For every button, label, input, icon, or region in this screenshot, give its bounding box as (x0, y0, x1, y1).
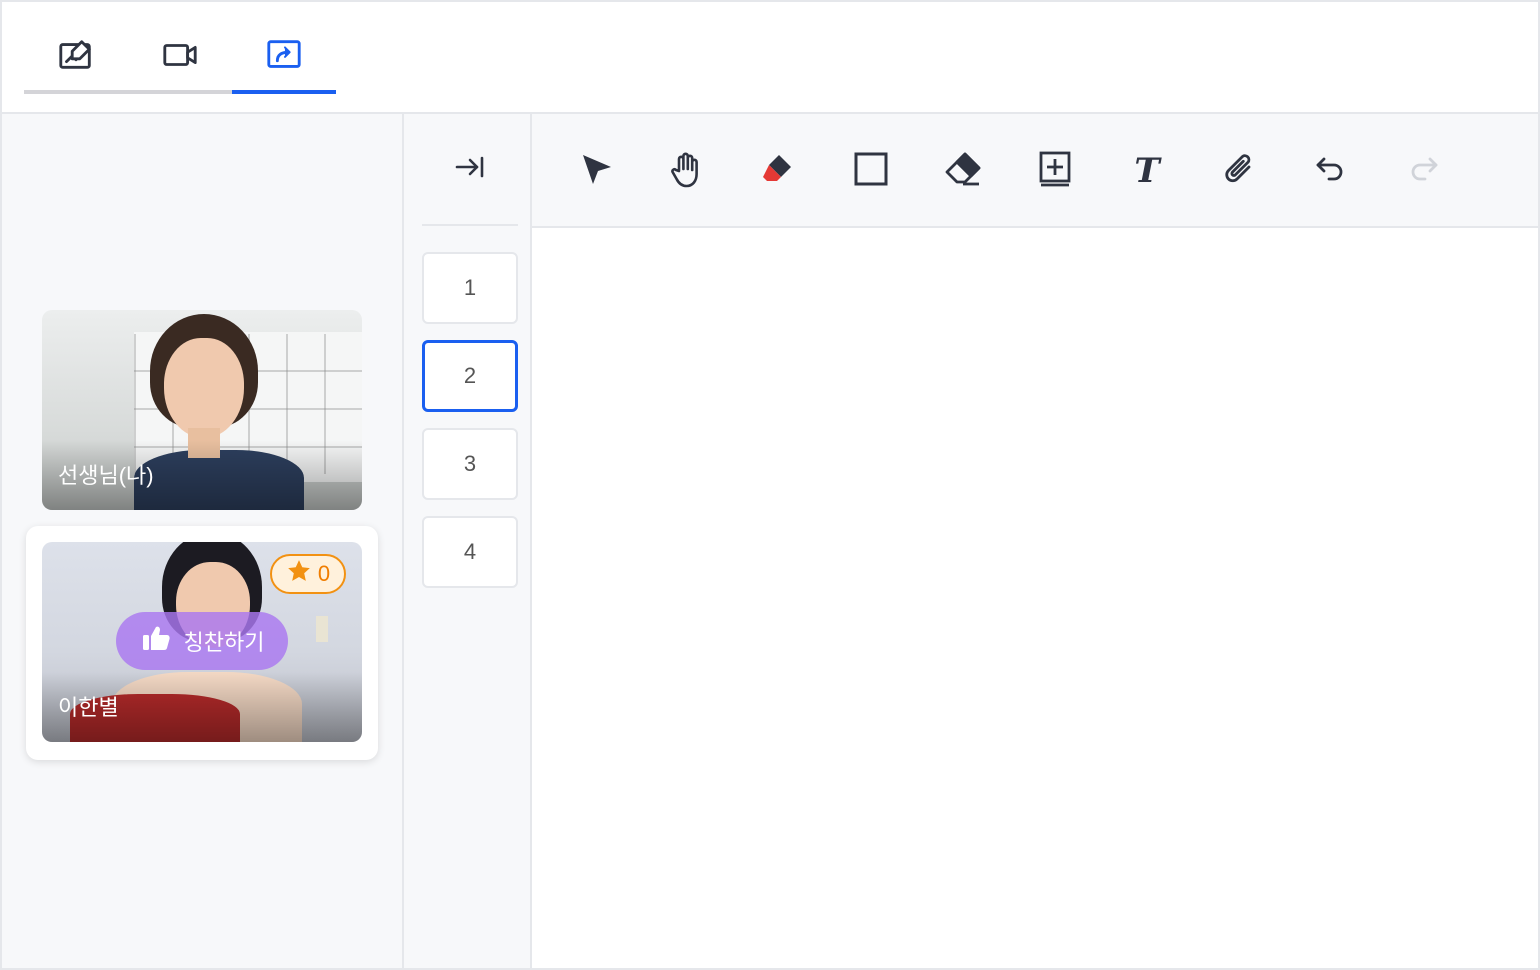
page-button-4[interactable]: 4 (422, 516, 518, 588)
whiteboard-icon (57, 36, 95, 79)
eraser-tool-button[interactable] (940, 148, 986, 194)
teacher-video-tile[interactable]: 선생님(나) (42, 310, 362, 510)
rectangle-tool-button[interactable] (848, 148, 894, 194)
star-count: 0 (317, 561, 331, 586)
student-video-tile[interactable]: 이한별 0 칭찬하기 (42, 542, 362, 742)
screen-share-icon (265, 36, 303, 79)
attach-icon (1219, 149, 1259, 194)
rectangle-icon (851, 149, 891, 194)
undo-icon (1311, 149, 1351, 194)
collapse-arrow-icon (453, 150, 487, 189)
highlighter-icon (759, 149, 799, 194)
add-page-tool-button[interactable] (1032, 148, 1078, 194)
text-tool-button[interactable]: T (1124, 148, 1170, 194)
participant-panel: 선생님(나) 이한별 0 칭찬하기 (2, 114, 404, 968)
video-camera-icon (161, 36, 199, 79)
app-frame: 선생님(나) 이한별 0 칭찬하기 1 2 3 4 T (0, 0, 1540, 970)
undo-button[interactable] (1308, 148, 1354, 194)
select-tool-button[interactable] (572, 148, 618, 194)
teacher-name: 선생님(나) (58, 463, 154, 488)
tab-whiteboard[interactable] (24, 24, 128, 94)
praise-label: 칭찬하기 (183, 630, 265, 655)
eraser-icon (943, 149, 983, 194)
page-button-1[interactable]: 1 (422, 252, 518, 324)
drawing-toolbar: T (532, 114, 1538, 228)
hand-icon (667, 149, 707, 194)
highlighter-tool-button[interactable] (756, 148, 802, 194)
redo-icon (1403, 149, 1443, 194)
page-button-2[interactable]: 2 (422, 340, 518, 412)
teacher-face (164, 338, 244, 438)
whiteboard-canvas[interactable] (532, 228, 1538, 968)
redo-button[interactable] (1400, 148, 1446, 194)
text-icon: T (1127, 149, 1167, 194)
student-name: 이한별 (58, 695, 119, 720)
star-icon (286, 558, 312, 590)
thumbs-up-icon (140, 622, 172, 660)
hand-tool-button[interactable] (664, 148, 710, 194)
page-button-3[interactable]: 3 (422, 428, 518, 500)
star-count-badge[interactable]: 0 (270, 554, 346, 594)
add-page-icon (1035, 149, 1075, 194)
select-arrow-icon (575, 149, 615, 194)
svg-text:T: T (1134, 151, 1162, 189)
page-list: 1 2 3 4 (404, 114, 532, 968)
tab-screen-share[interactable] (232, 24, 336, 94)
praise-button[interactable]: 칭찬하기 (116, 612, 288, 670)
top-tab-bar (2, 2, 1538, 114)
tab-video[interactable] (128, 24, 232, 94)
attach-tool-button[interactable] (1216, 148, 1262, 194)
collapse-panel-button[interactable] (422, 114, 518, 226)
wall-switch (316, 616, 328, 642)
